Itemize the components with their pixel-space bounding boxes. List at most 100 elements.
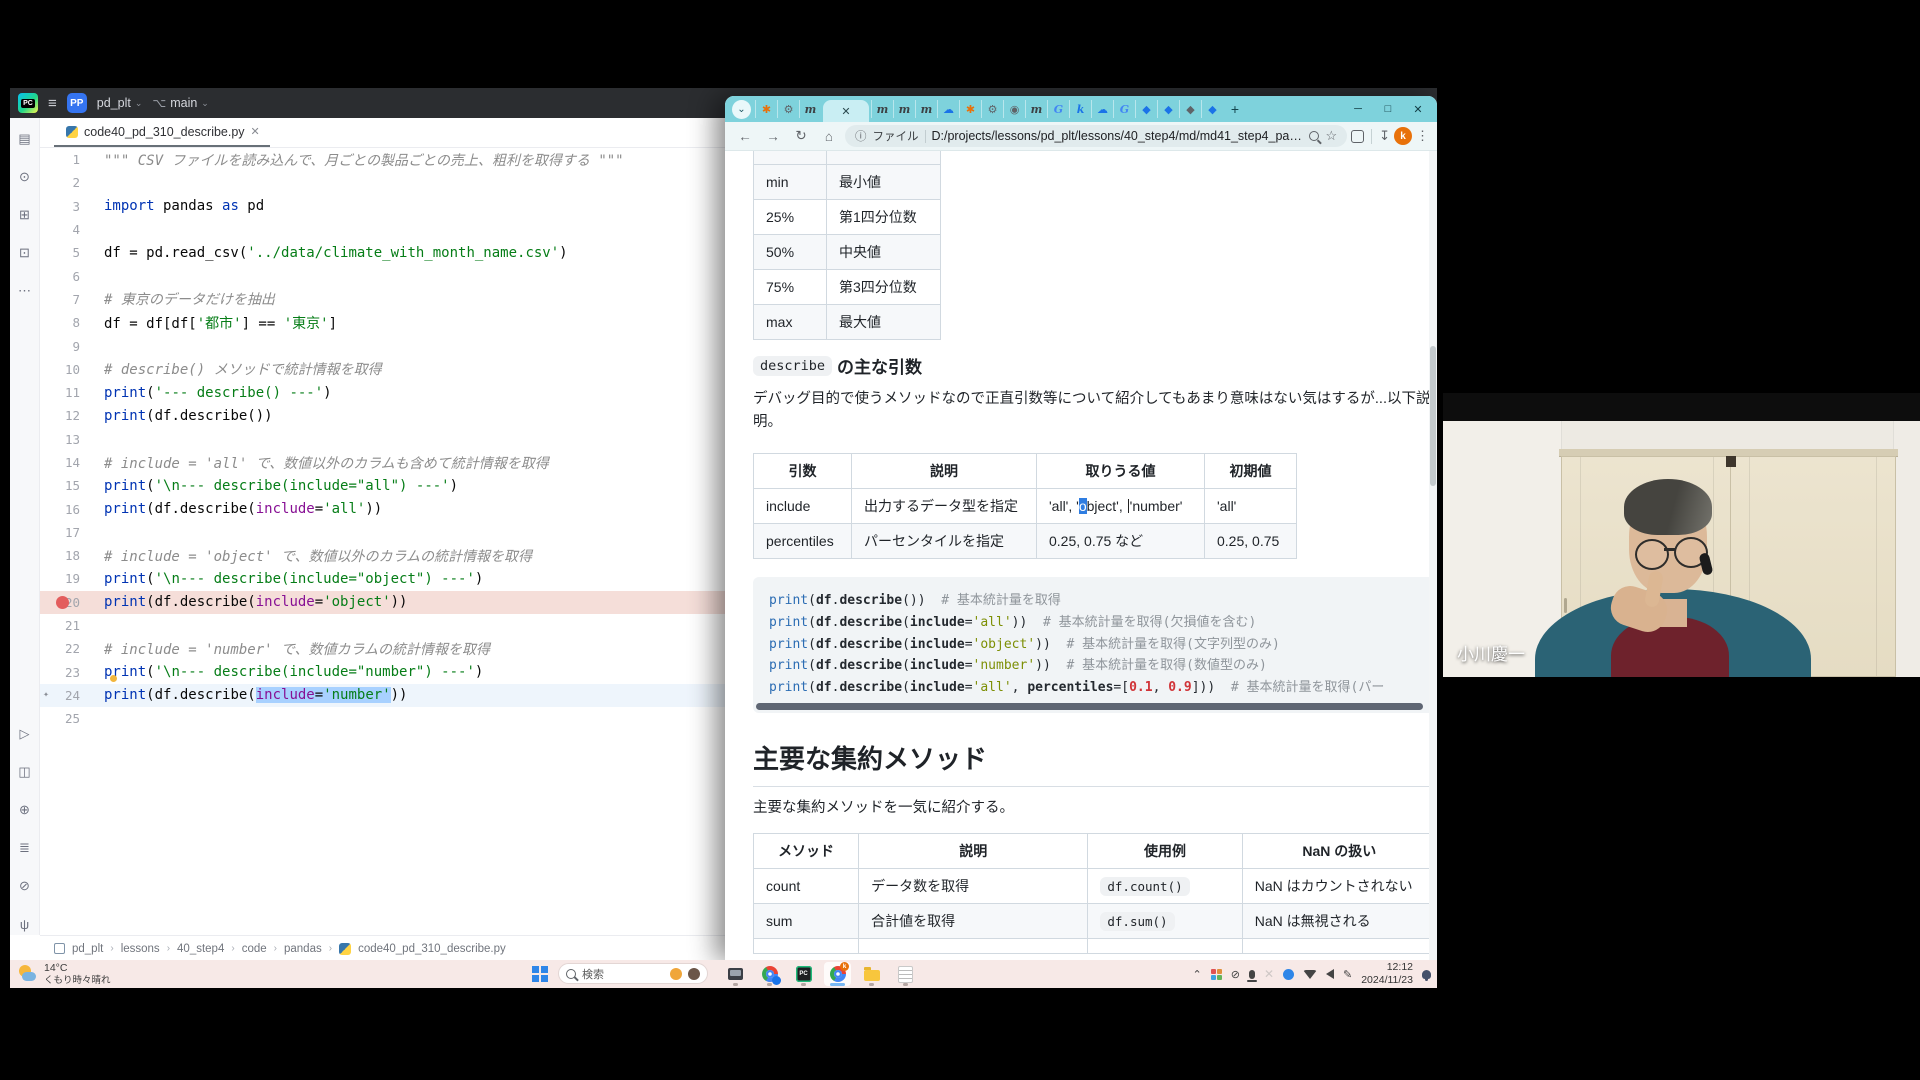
favicon-google-icon[interactable]: G [1047,100,1069,118]
services-icon[interactable]: ◫ [14,761,36,783]
address-bar[interactable]: ⓘ ファイル D:/projects/lessons/pd_plt/lesson… [845,125,1347,147]
line-number[interactable]: 16 [40,502,94,517]
minimize-button[interactable]: ─ [1343,103,1373,115]
reload-button[interactable]: ↻ [789,128,813,144]
line-number[interactable]: 2 [40,175,94,190]
forward-button[interactable]: → [761,129,785,144]
back-button[interactable]: ← [733,129,757,144]
taskbar-pycharm-icon[interactable]: PC [790,962,817,986]
taskbar-notepad-icon[interactable] [892,962,919,986]
line-number[interactable]: 4 [40,222,94,237]
branch-selector[interactable]: ⌥ main⌄ [152,96,208,110]
favicon-cloud-icon[interactable]: ☁ [937,100,959,118]
line-number[interactable]: 18 [40,548,94,563]
structure-icon[interactable]: ⊡ [14,242,36,264]
more-tools-icon[interactable]: ⋯ [14,280,36,302]
active-tab[interactable]: ✕ [823,100,869,122]
line-number[interactable]: 8 [40,315,94,330]
breadcrumb-item[interactable]: code [242,943,267,955]
horizontal-scrollbar[interactable] [756,703,1423,710]
tab-search-chevron-icon[interactable]: ⌄ [732,100,751,119]
ime-pen-icon[interactable]: ✎ [1343,968,1352,981]
line-number[interactable]: 15 [40,478,94,493]
favicon-asterisk-icon[interactable]: ✱ [755,100,777,118]
close-button[interactable]: ✕ [1403,103,1433,116]
favicon-m-icon[interactable]: m [915,100,937,118]
line-number[interactable]: 9 [40,339,94,354]
line-number[interactable]: 10 [40,362,94,377]
favicon-gear-icon[interactable]: ⚙ [981,100,1003,118]
line-number[interactable]: 21 [40,618,94,633]
breadcrumb-item[interactable]: 40_step4 [177,943,224,955]
taskbar-folder-icon[interactable] [858,962,885,986]
terminal-icon[interactable]: ≣ [14,837,36,859]
microphone-icon[interactable] [1249,970,1255,979]
commit-icon[interactable]: ⊙ [14,166,36,188]
line-number[interactable]: 13 [40,432,94,447]
chevron-up-icon[interactable]: ⌃ [1193,968,1202,981]
download-icon[interactable]: ↧ [1379,128,1390,144]
hamburger-menu-icon[interactable]: ≡ [48,95,57,112]
weather-widget[interactable]: 14°Cくもり時々晴れ [18,962,111,986]
project-selector[interactable]: pd_plt⌄ [97,96,143,110]
favicon-cloud-icon[interactable]: ☁ [1091,100,1113,118]
favicon-m-icon[interactable]: m [893,100,915,118]
favicon-k-icon[interactable]: k [1069,100,1091,118]
breadcrumb-item[interactable]: code40_pd_310_describe.py [358,943,506,955]
taskbar-chrome-cloud-icon[interactable] [756,962,783,986]
volume-icon[interactable] [1326,969,1334,979]
favicon-shield-icon[interactable]: ◆ [1135,100,1157,118]
breakpoint-icon[interactable] [56,596,69,609]
line-number[interactable]: 1 [40,152,94,167]
zoom-icon[interactable] [1309,131,1319,141]
favicon-shield-icon[interactable]: ◆ [1179,100,1201,118]
page-scrollbar[interactable] [1429,151,1437,961]
blue-app-icon[interactable] [1283,969,1294,980]
line-number[interactable]: 23 [40,665,94,680]
close-tab-icon[interactable]: ✕ [251,125,260,138]
run-icon[interactable]: ▷ [14,723,36,745]
close-tab-icon[interactable]: ✕ [841,105,850,118]
notification-bell-icon[interactable] [1422,970,1431,979]
home-button[interactable]: ⌂ [817,129,841,144]
line-number[interactable]: 14 [40,455,94,470]
chrome-menu-icon[interactable]: ⋮ [1416,128,1429,144]
line-number[interactable]: 5 [40,245,94,260]
project-folder-icon[interactable]: ▤ [14,128,36,150]
favicon-google-icon[interactable]: G [1113,100,1135,118]
ai-gutter-icon[interactable]: ✦ [43,689,49,700]
breadcrumb-item[interactable]: pd_plt [72,943,103,955]
favicon-asterisk-icon[interactable]: ✱ [959,100,981,118]
new-tab-button[interactable]: + [1223,101,1247,117]
close-x-icon[interactable]: ✕ [1264,967,1274,981]
favicon-m-icon[interactable]: m [799,100,821,118]
line-number[interactable]: 22 [40,641,94,656]
pull-requests-icon[interactable]: ⊞ [14,204,36,226]
favicon-m-icon[interactable]: m [871,100,893,118]
wifi-icon[interactable] [1303,970,1317,979]
problems-icon[interactable]: ⊘ [14,875,36,897]
line-number[interactable]: 3 [40,199,94,214]
favicon-shield-icon[interactable]: ◆ [1157,100,1179,118]
widgets-icon[interactable] [1211,969,1222,980]
taskbar-chrome-k-icon[interactable]: k [824,962,851,986]
line-number[interactable]: 19 [40,571,94,586]
python-packages-icon[interactable]: ⊕ [14,799,36,821]
favicon-shield-icon[interactable]: ◆ [1201,100,1223,118]
onedrive-paused-icon[interactable]: ⊘ [1231,968,1240,981]
favicon-gear-icon[interactable]: ⚙ [777,100,799,118]
maximize-button[interactable]: □ [1373,103,1403,115]
extensions-icon[interactable] [1351,130,1364,143]
taskbar-desktop-icon[interactable] [722,962,749,986]
info-icon[interactable]: ⓘ [855,128,867,144]
clock[interactable]: 12:122024/11/23 [1361,961,1413,987]
profile-avatar[interactable]: k [1394,127,1412,145]
breadcrumb-item[interactable]: lessons [121,943,160,955]
line-number[interactable]: 25 [40,711,94,726]
line-number[interactable]: 6 [40,269,94,284]
taskbar-search[interactable]: 検索 [558,963,708,984]
breadcrumb-item[interactable]: pandas [284,943,322,955]
start-button[interactable] [532,966,548,982]
favicon-chrome-icon[interactable]: ◉ [1003,100,1025,118]
editor-tab[interactable]: code40_pd_310_describe.py ✕ [54,118,270,147]
